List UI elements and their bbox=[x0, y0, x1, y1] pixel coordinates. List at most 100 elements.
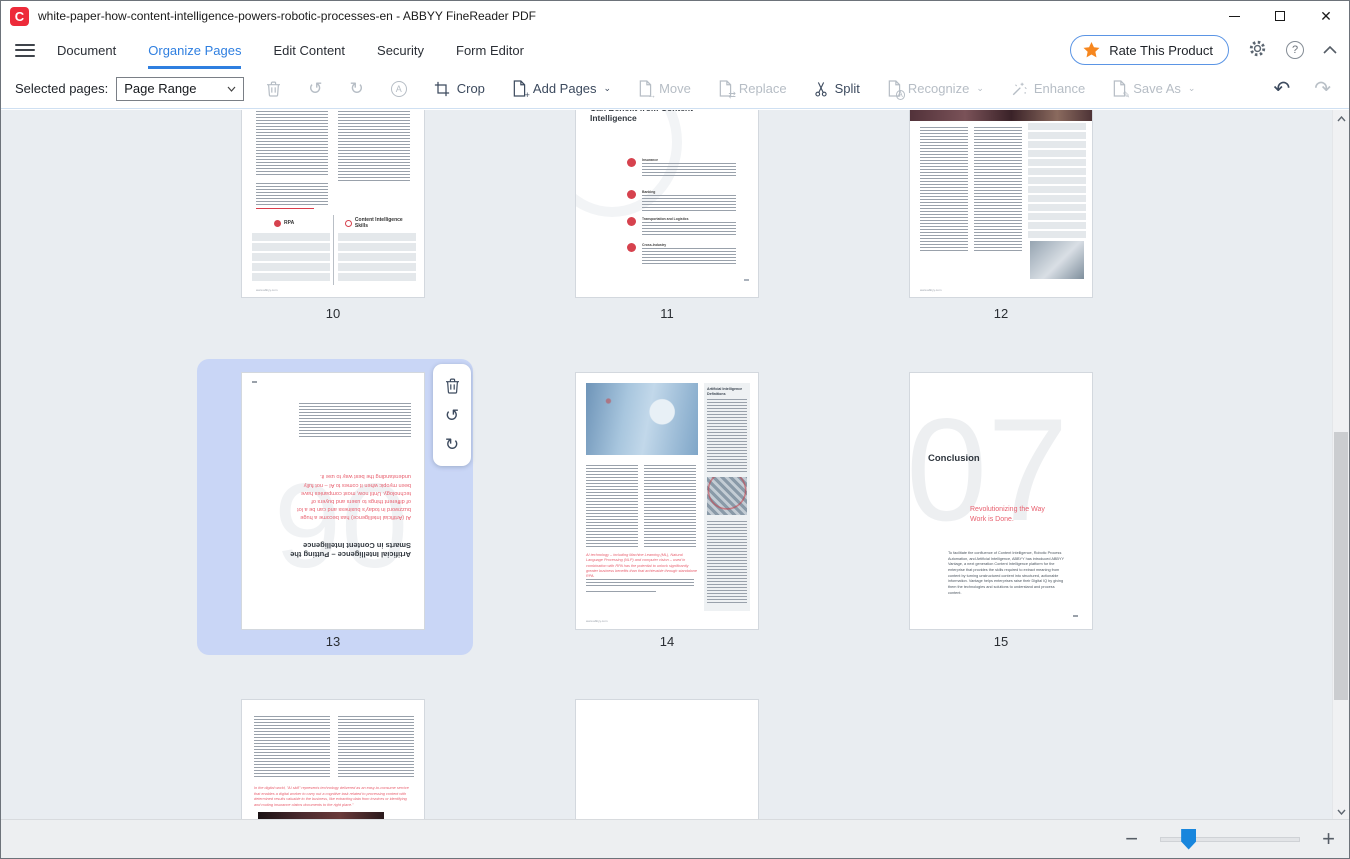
bullet-item bbox=[1028, 168, 1086, 175]
text-lines bbox=[707, 521, 747, 605]
collapse-toolbar-chevron-icon[interactable] bbox=[1323, 46, 1337, 54]
text-lines bbox=[254, 716, 330, 778]
page-thumbnail-13-selected[interactable]: 06 Artificial Intelligence – Putting the… bbox=[241, 372, 425, 630]
scroll-up-button[interactable] bbox=[1333, 110, 1349, 128]
section-label: Cross-Industry bbox=[642, 243, 666, 247]
crop-label: Crop bbox=[457, 81, 485, 96]
redo-button[interactable]: ↷ bbox=[1314, 79, 1331, 99]
text-lines bbox=[338, 716, 414, 778]
crop-button[interactable]: Crop bbox=[434, 81, 485, 97]
maximize-button[interactable] bbox=[1257, 1, 1303, 31]
chevron-down-icon bbox=[1337, 809, 1346, 815]
photo-keyboard bbox=[1030, 241, 1084, 279]
help-icon[interactable]: ? bbox=[1286, 41, 1304, 59]
tab-edit-content[interactable]: Edit Content bbox=[273, 31, 345, 69]
recognize-page-icon: A bbox=[887, 80, 901, 97]
page-range-value: Page Range bbox=[124, 81, 196, 96]
enhance-label: Enhance bbox=[1034, 81, 1085, 96]
rotate-right-icon[interactable]: ↻ bbox=[445, 436, 459, 453]
page-label-14: 14 bbox=[575, 634, 759, 649]
minimize-icon bbox=[1229, 16, 1240, 17]
split-button[interactable]: Split bbox=[814, 81, 860, 97]
lead-paragraph: Revolutionizing the Way Work is Done. bbox=[970, 505, 1062, 525]
text-lines bbox=[974, 127, 1022, 253]
photo-robot bbox=[586, 383, 698, 455]
page-thumbnail-15[interactable]: 07 Conclusion Revolutionizing the Way Wo… bbox=[909, 372, 1093, 630]
bullet-item bbox=[1028, 159, 1086, 166]
tab-form-editor[interactable]: Form Editor bbox=[456, 31, 524, 69]
page-heading: Can Benefit from Content Intelligence bbox=[590, 110, 740, 123]
recognize-button[interactable]: A Recognize ⌄ bbox=[887, 80, 984, 97]
split-label: Split bbox=[835, 81, 860, 96]
star-icon bbox=[1083, 42, 1100, 58]
page-label-12: 12 bbox=[909, 306, 1093, 321]
tab-document[interactable]: Document bbox=[57, 31, 116, 69]
tab-organize-pages[interactable]: Organize Pages bbox=[148, 31, 241, 69]
page-footer: www.abbyy.com bbox=[920, 288, 941, 292]
zoom-slider-track[interactable] bbox=[1160, 837, 1300, 842]
save-as-button[interactable]: ✎ Save As ⌄ bbox=[1112, 80, 1195, 97]
status-bar: − + bbox=[1, 819, 1349, 858]
save-as-label: Save As bbox=[1133, 81, 1181, 96]
text-lines bbox=[920, 127, 968, 253]
tab-security[interactable]: Security bbox=[377, 31, 424, 69]
trash-icon bbox=[266, 80, 281, 97]
rotate-left-button[interactable]: ↺ bbox=[308, 80, 322, 97]
table-cell bbox=[252, 253, 330, 261]
photo-strip bbox=[910, 110, 1093, 121]
zoom-slider-handle[interactable] bbox=[1181, 829, 1196, 850]
close-button[interactable]: ✕ bbox=[1303, 1, 1349, 31]
abbyy-logo-icon: C bbox=[10, 7, 29, 26]
menu-bar: Document Organize Pages Edit Content Sec… bbox=[1, 31, 1349, 69]
table-divider bbox=[333, 215, 334, 285]
bullet-item bbox=[1028, 132, 1086, 139]
settings-gear-icon[interactable] bbox=[1248, 39, 1267, 61]
section-label: Insurance bbox=[642, 158, 658, 162]
rotate-left-icon[interactable]: ↺ bbox=[445, 407, 459, 424]
hamburger-menu-icon[interactable] bbox=[15, 31, 35, 69]
chevron-down-icon: ⌄ bbox=[604, 83, 612, 94]
rate-this-product-button[interactable]: Rate This Product bbox=[1070, 35, 1229, 65]
auto-rotate-button[interactable]: A bbox=[391, 81, 407, 97]
replace-label: Replace bbox=[739, 81, 787, 96]
page-thumbnail-17[interactable] bbox=[575, 699, 759, 821]
add-pages-button[interactable]: + Add Pages ⌄ bbox=[512, 80, 611, 97]
rpa-icon bbox=[274, 220, 281, 227]
minimize-button[interactable] bbox=[1211, 1, 1257, 31]
content-intelligence-icon bbox=[345, 220, 352, 227]
replace-button[interactable]: ⇄ Replace bbox=[718, 80, 787, 97]
undo-button[interactable]: ↶ bbox=[1273, 79, 1290, 99]
bullet-item bbox=[1028, 177, 1086, 184]
bullet-item bbox=[1028, 204, 1086, 211]
scrollbar-thumb[interactable] bbox=[1334, 432, 1348, 700]
delete-page-icon[interactable] bbox=[445, 377, 460, 394]
page-thumbnail-16[interactable]: In the digital world, "AI skill" represe… bbox=[241, 699, 425, 821]
page-heading: Conclusion bbox=[928, 453, 980, 464]
bullet-item bbox=[1028, 141, 1086, 148]
page-number-mark bbox=[1073, 615, 1078, 617]
table-header: RPA Content Intelligence Skills bbox=[252, 215, 416, 231]
section-label: Banking bbox=[642, 190, 655, 194]
cross-industry-icon bbox=[627, 243, 636, 252]
text-lines bbox=[338, 110, 410, 181]
save-as-icon: ✎ bbox=[1112, 80, 1126, 97]
page-range-dropdown[interactable]: Page Range bbox=[116, 77, 244, 101]
text-lines bbox=[642, 222, 736, 237]
add-pages-icon: + bbox=[512, 80, 526, 97]
table-cell bbox=[338, 243, 416, 251]
page-thumbnail-12[interactable]: www.abbyy.com bbox=[909, 110, 1093, 298]
rotate-right-button[interactable]: ↻ bbox=[349, 80, 363, 97]
text-lines bbox=[707, 399, 747, 473]
delete-page-button[interactable] bbox=[266, 80, 281, 97]
page-thumbnail-10[interactable]: RPA Content Intelligence Skills www.abby… bbox=[241, 110, 425, 298]
enhance-button[interactable]: Enhance bbox=[1011, 81, 1085, 97]
table-cell bbox=[252, 273, 330, 281]
move-button[interactable]: → Move bbox=[638, 80, 691, 97]
bullet-item bbox=[1028, 231, 1086, 238]
page-thumbnail-11[interactable]: Can Benefit from Content Intelligence In… bbox=[575, 110, 759, 298]
table-cell bbox=[252, 263, 330, 271]
insurance-icon bbox=[627, 158, 636, 167]
page-thumbnail-14[interactable]: Artificial Intelligence Definitions AI t… bbox=[575, 372, 759, 630]
vertical-scrollbar[interactable] bbox=[1332, 110, 1349, 821]
move-label: Move bbox=[659, 81, 691, 96]
